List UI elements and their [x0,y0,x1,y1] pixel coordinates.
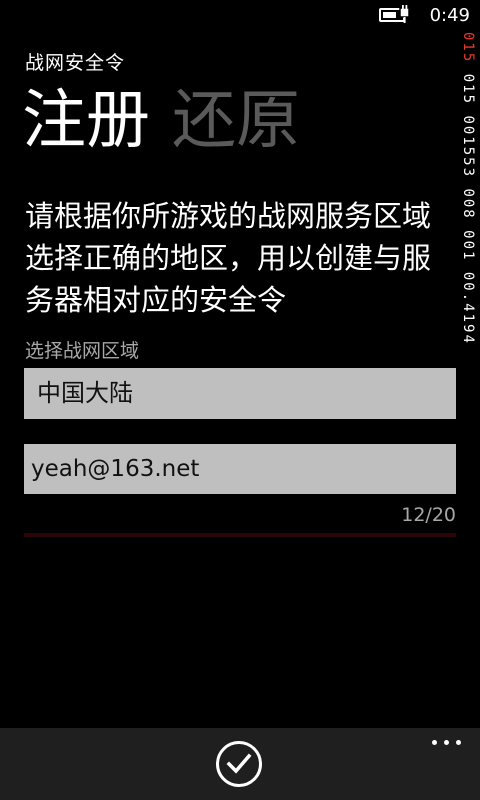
check-icon [226,753,252,774]
email-char-counter: 12/20 [401,504,456,526]
debug-counter: 015 015 001553 008 001 00.4194 [460,32,476,345]
debug-counter-prefix: 015 [460,32,476,64]
pivot-header: 注册 还原 [22,78,322,164]
tab-restore[interactable]: 还原 [172,78,300,164]
ellipsis-icon-dot [456,740,461,745]
status-clock: 0:49 [429,5,470,26]
status-bar: 0:49 [0,0,480,32]
more-options-button[interactable] [432,736,464,750]
tab-register[interactable]: 注册 [22,78,150,164]
app-bar [0,728,480,800]
charging-plug-icon [399,5,410,23]
separator-line [24,533,456,537]
instructions-text: 请根据你所游戏的战网服务区域选择正确的地区，用以创建与服务器相对应的安全令 [25,199,432,317]
ellipsis-icon-dot [444,740,449,745]
region-field-label: 选择战网区域 [25,340,140,362]
confirm-button[interactable] [216,741,262,787]
app-title: 战网安全令 [25,52,126,74]
debug-counter-body: 015 001553 008 001 00.4194 [460,63,476,345]
ellipsis-icon [432,740,437,745]
region-select[interactable]: 中国大陆 [24,368,456,419]
email-input[interactable] [24,444,456,494]
